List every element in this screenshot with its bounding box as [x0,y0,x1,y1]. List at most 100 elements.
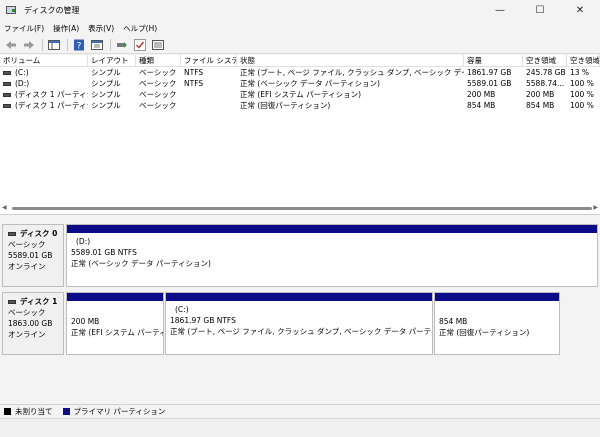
primary-partition-bar [166,293,432,301]
volume-free-space: 854 MB [526,101,555,110]
volume-type: ベーシック [139,68,177,77]
partition-status: 正常 (ベーシック データ パーティション) [71,259,211,268]
legend-unallocated: 未割り当て [15,407,53,416]
volume-type: ベーシック [139,101,177,110]
view-icon[interactable] [151,38,165,52]
partition-d[interactable]: (D:) 5589.01 GB NTFS 正常 (ベーシック データ パーティシ… [66,224,598,287]
partition-size: 1861.97 GB NTFS [170,316,236,325]
menu-action[interactable]: 操作(A) [53,23,79,34]
column-header-type[interactable]: 種類 [136,55,181,66]
close-button[interactable]: ✕ [560,0,600,20]
partition-status: 正常 (EFI システム パーティショ [71,328,163,337]
disk-icon [8,231,16,236]
column-header-free-space[interactable]: 空き領域 [523,55,567,66]
minimize-button[interactable]: — [480,0,520,20]
volume-status: 正常 (ブート, ページ ファイル, クラッシュ ダンプ, ベーシック データ … [240,68,464,77]
disk-state: オンライン [8,330,46,339]
back-arrow-icon[interactable] [4,38,18,52]
toolbar-separator [110,38,111,51]
legend-primary-partition: プライマリ パーティション [73,407,166,416]
scroll-left-icon[interactable]: ◀ [2,204,7,211]
disk-size: 1863.00 GB [8,319,53,328]
table-row[interactable]: (C:) シンプル ベーシック NTFS 正常 (ブート, ページ ファイル, … [0,67,600,78]
console-tree-icon[interactable] [47,38,61,52]
menu-help[interactable]: ヘルプ(H) [123,23,157,34]
volume-name: (C:) [15,68,29,77]
disk-type: ベーシック [8,240,46,249]
volume-list: ボリューム レイアウト 種類 ファイル システム 状態 容量 空き領域 空き領域… [0,55,600,215]
volume-capacity: 5589.01 GB [467,79,512,88]
scrollbar-thumb[interactable] [12,207,592,210]
disk-1-info[interactable]: ディスク 1 ベーシック 1863.00 GB オンライン [2,292,64,355]
column-header-capacity[interactable]: 容量 [464,55,523,66]
volume-layout: シンプル [91,90,121,99]
maximize-button[interactable]: ☐ [520,0,560,20]
menu-file[interactable]: ファイル(F) [4,23,44,34]
volume-free-percent: 13 % [570,68,590,77]
title-bar: ディスクの管理 — ☐ ✕ [0,0,600,20]
volume-capacity: 1861.97 GB [467,68,512,77]
partition-size: 200 MB [71,317,100,326]
table-row[interactable]: (ディスク 1 パーティション... シンプル ベーシック 正常 (EFI シス… [0,89,600,100]
volume-capacity: 854 MB [467,101,496,110]
partition-status: 正常 (ブート, ページ ファイル, クラッシュ ダンプ, ベーシック データ … [170,327,432,336]
volume-filesystem: NTFS [184,79,204,88]
volume-filesystem: NTFS [184,68,204,77]
volume-free-space: 245.78 GB [526,68,566,77]
partition-status: 正常 (回復パーティション) [439,328,530,337]
window-title: ディスクの管理 [24,5,80,15]
disk-0-info[interactable]: ディスク 0 ベーシック 5589.01 GB オンライン [2,224,64,287]
connect-icon[interactable] [115,38,129,52]
forward-arrow-icon[interactable] [22,38,36,52]
column-header-filesystem[interactable]: ファイル システム [181,55,237,66]
column-header-volume[interactable]: ボリューム [0,55,88,66]
drive-icon [3,103,11,108]
primary-partition-bar [67,293,163,301]
drive-icon [3,81,11,86]
drive-icon [3,70,11,75]
column-header-layout[interactable]: レイアウト [88,55,136,66]
drive-icon [3,92,11,97]
volume-layout: シンプル [91,79,121,88]
menu-view[interactable]: 表示(V) [88,23,114,34]
column-header-free-percent[interactable]: 空き領域 [567,55,600,66]
horizontal-scrollbar[interactable]: ◀ ▶ [2,204,598,211]
volume-free-space: 200 MB [526,90,555,99]
volume-free-space: 5588.74... [526,79,565,88]
volume-filesystem [181,89,237,100]
disk-size: 5589.01 GB [8,251,53,260]
table-row[interactable]: (D:) シンプル ベーシック NTFS 正常 (ベーシック データ パーティシ… [0,78,600,89]
volume-type: ベーシック [139,90,177,99]
primary-partition-swatch [62,408,70,415]
column-header-status[interactable]: 状態 [237,55,464,66]
disk-type: ベーシック [8,308,46,317]
disk-1-row: ディスク 1 ベーシック 1863.00 GB オンライン 200 MB 正常 … [2,292,598,355]
volume-name: (ディスク 1 パーティショ... [15,101,88,110]
volume-free-percent: 100 % [570,90,594,99]
disk-icon [8,299,16,304]
svg-text:?: ? [77,41,82,51]
volume-status: 正常 (回復パーティション) [240,101,331,110]
status-bar [0,418,600,437]
volume-layout: シンプル [91,101,121,110]
partition-size: 854 MB [439,317,468,326]
toolbar: ? [0,36,600,54]
partition-recovery[interactable]: 854 MB 正常 (回復パーティション) [434,292,560,355]
primary-partition-bar [435,293,559,301]
volume-status: 正常 (ベーシック データ パーティション) [240,79,380,88]
properties-icon[interactable] [90,38,104,52]
partition-name: (D:) [76,237,91,246]
partition-c[interactable]: (C:) 1861.97 GB NTFS 正常 (ブート, ページ ファイル, … [165,292,433,355]
legend: 未割り当て プライマリ パーティション [0,404,600,418]
menu-bar: ファイル(F) 操作(A) 表示(V) ヘルプ(H) [0,20,600,36]
table-row[interactable]: (ディスク 1 パーティショ... シンプル ベーシック 正常 (回復パーティシ… [0,100,600,111]
disk-graphical-view: ディスク 0 ベーシック 5589.01 GB オンライン (D:) 5589.… [0,218,600,404]
primary-partition-bar [67,225,597,233]
disk-management-icon [6,5,18,15]
volume-free-percent: 100 % [570,79,594,88]
check-icon[interactable] [133,38,147,52]
partition-name: (C:) [175,305,189,314]
partition-efi[interactable]: 200 MB 正常 (EFI システム パーティショ [66,292,164,355]
help-icon[interactable]: ? [72,38,86,52]
scroll-right-icon[interactable]: ▶ [593,204,598,211]
